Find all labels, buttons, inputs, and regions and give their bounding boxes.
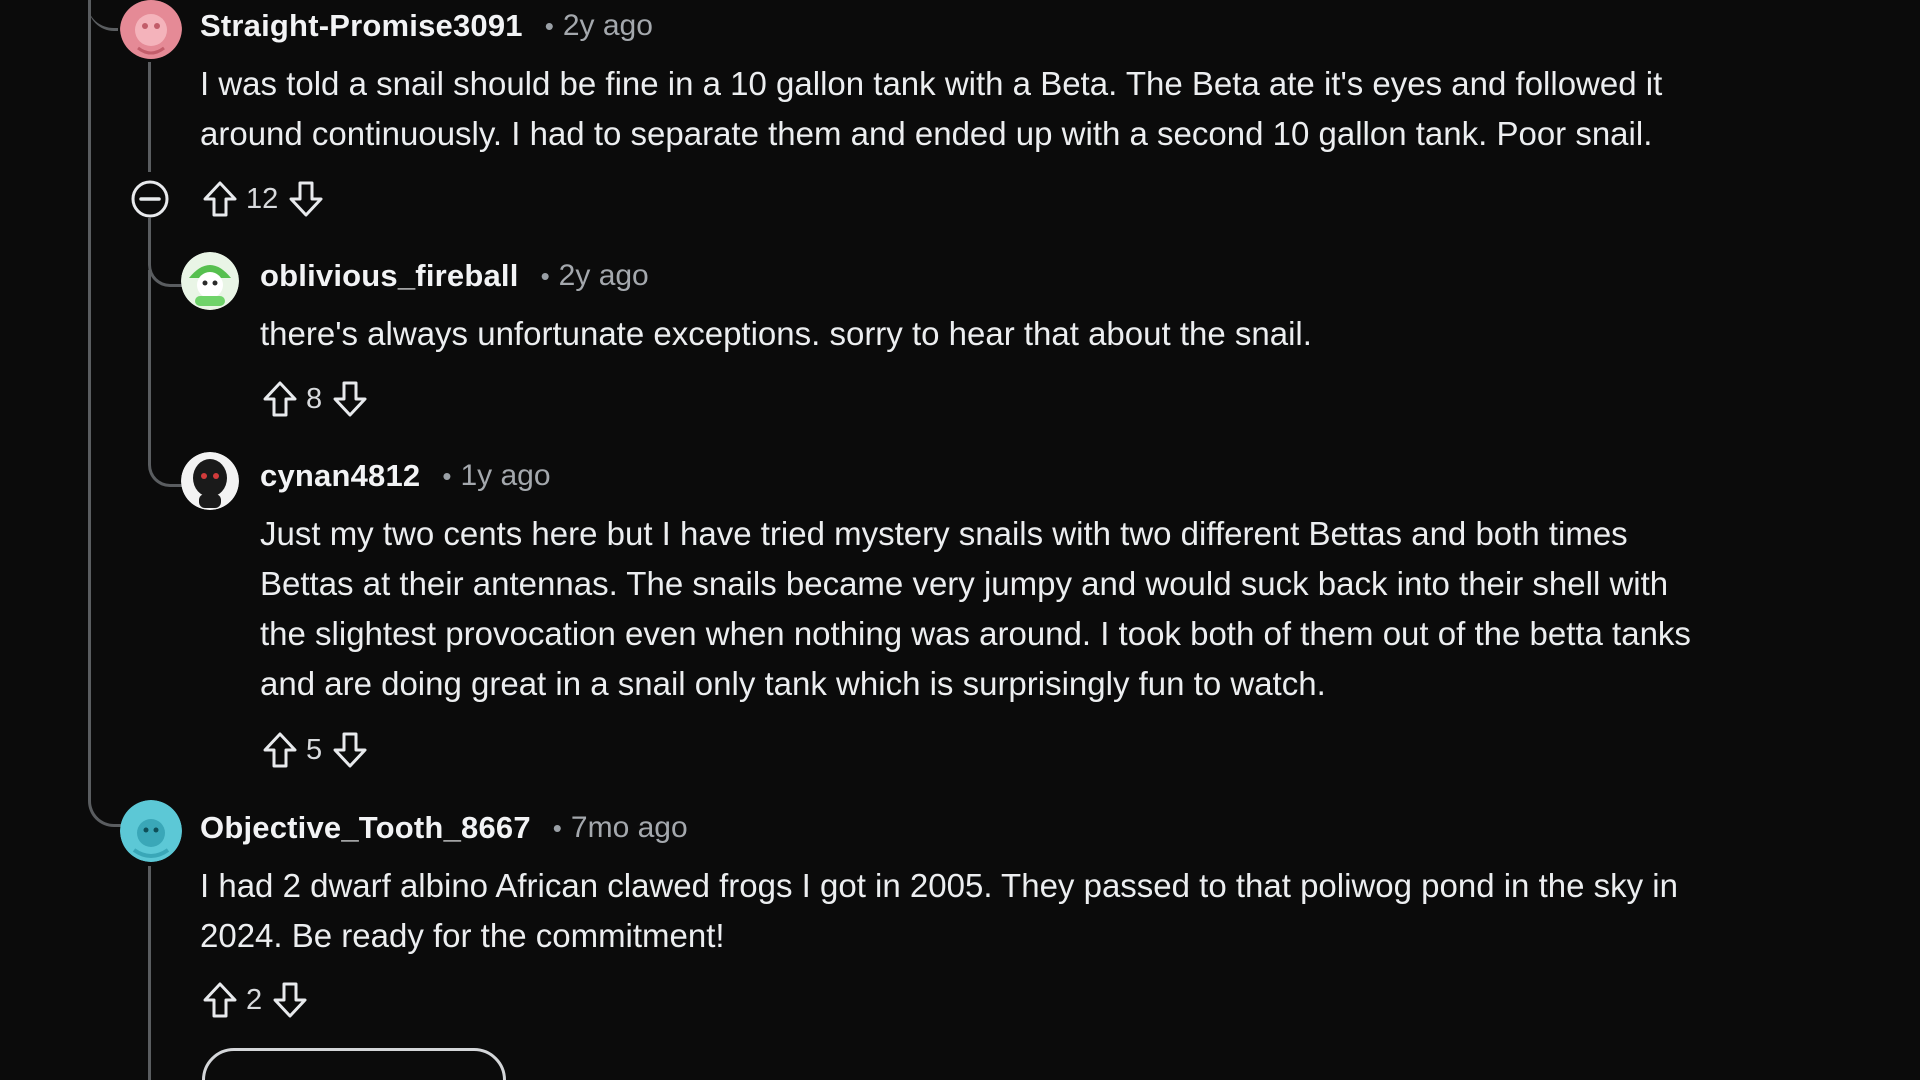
vote-score: 2 xyxy=(246,983,263,1016)
vote-score: 12 xyxy=(246,182,279,215)
avatar[interactable] xyxy=(181,452,239,510)
vote-score: 8 xyxy=(306,382,323,415)
arrow-down-outline-icon[interactable] xyxy=(286,179,326,219)
arrow-up-outline-icon[interactable] xyxy=(200,980,240,1020)
comment-body: I was told a snail should be fine in a 1… xyxy=(200,65,1663,152)
username[interactable]: oblivious_fireball xyxy=(260,258,519,294)
comment-header: Straight-Promise3091 • 2y ago xyxy=(200,8,653,44)
avatar[interactable] xyxy=(120,800,182,862)
avatar[interactable] xyxy=(181,252,239,310)
comment-header: Objective_Tooth_8667 • 7mo ago xyxy=(200,810,688,846)
timestamp[interactable]: 1y ago xyxy=(460,459,550,493)
thread-line-parent xyxy=(88,0,121,827)
arrow-down-outline-icon[interactable] xyxy=(330,379,370,419)
arrow-up-outline-icon[interactable] xyxy=(260,379,300,419)
more-replies-button[interactable] xyxy=(202,1048,506,1080)
arrow-up-outline-icon[interactable] xyxy=(200,179,240,219)
thread-line-reply-2 xyxy=(148,270,183,487)
thread-line-comment-4 xyxy=(148,866,151,1080)
comment-body: I had 2 dwarf albino African clawed frog… xyxy=(200,867,1678,954)
vote-bar: 2 xyxy=(200,978,310,1022)
timestamp[interactable]: 7mo ago xyxy=(571,811,688,845)
separator-dot: • xyxy=(442,460,452,491)
vote-bar: 8 xyxy=(260,377,370,421)
timestamp[interactable]: 2y ago xyxy=(559,259,649,293)
comment-body: there's always unfortunate exceptions. s… xyxy=(260,315,1312,352)
vote-bar: 5 xyxy=(260,728,370,772)
separator-dot: • xyxy=(544,10,554,41)
vote-score: 5 xyxy=(306,733,323,766)
minus-circle-icon[interactable] xyxy=(130,179,170,219)
username[interactable]: Objective_Tooth_8667 xyxy=(200,810,531,846)
comment-thread: Straight-Promise3091 • 2y ago I was told… xyxy=(0,0,1920,1080)
vote-bar: 12 xyxy=(200,177,326,221)
arrow-up-outline-icon[interactable] xyxy=(260,730,300,770)
arrow-down-outline-icon[interactable] xyxy=(330,730,370,770)
comment-header: cynan4812 • 1y ago xyxy=(260,458,551,494)
timestamp[interactable]: 2y ago xyxy=(563,9,653,43)
comment-header: oblivious_fireball • 2y ago xyxy=(260,258,649,294)
separator-dot: • xyxy=(540,260,550,291)
arrow-down-outline-icon[interactable] xyxy=(270,980,310,1020)
separator-dot: • xyxy=(552,812,562,843)
avatar[interactable] xyxy=(120,0,182,60)
username[interactable]: Straight-Promise3091 xyxy=(200,8,523,44)
username[interactable]: cynan4812 xyxy=(260,458,420,494)
comment-body: Just my two cents here but I have tried … xyxy=(260,515,1691,702)
thread-line-comment-1 xyxy=(148,62,151,172)
